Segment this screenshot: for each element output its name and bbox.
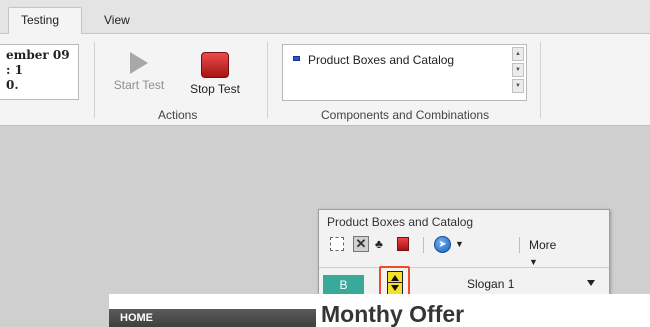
stop-icon	[201, 52, 229, 78]
more-label: More	[529, 238, 557, 252]
slogan-select[interactable]: Slogan 1	[467, 277, 514, 291]
scroll-up-button[interactable]: ▲	[512, 47, 524, 61]
ribbon-separator	[267, 42, 268, 118]
palette-title: Product Boxes and Catalog	[327, 215, 474, 229]
chevron-down-icon[interactable]: ▼	[455, 236, 464, 252]
tab-testing[interactable]: Testing1	[8, 7, 82, 46]
component-icon	[293, 56, 300, 62]
page-heading: Monthy Offer	[321, 301, 465, 327]
nav-home[interactable]: HOME	[109, 309, 316, 327]
component-palette: Product Boxes and Catalog ✕ ♣ ➤ ▼ More ▼…	[318, 209, 610, 300]
scroll-down-button[interactable]: ▼	[512, 63, 524, 77]
b-button[interactable]: B	[323, 275, 364, 296]
date-line-3: 0.	[6, 78, 19, 92]
chevron-down-icon[interactable]	[587, 280, 595, 286]
delete-icon[interactable]: ✕	[353, 236, 369, 252]
page-preview: HOME Monthy Offer	[109, 294, 650, 327]
bring-forward-icon	[387, 271, 403, 295]
stop-test-label: Stop Test	[190, 82, 240, 96]
ribbon: ember 09 : 1 0. Start Test Stop Test Act…	[0, 34, 650, 126]
date-line-2: : 1	[6, 63, 23, 77]
list-item[interactable]: Product Boxes and Catalog	[293, 53, 454, 67]
tab-view[interactable]: View	[92, 8, 142, 34]
expand-list-button[interactable]: ▼	[512, 79, 524, 93]
tab-view-label: View	[104, 13, 130, 27]
stop-test-button[interactable]: Stop Test	[180, 52, 250, 96]
play-icon	[130, 52, 148, 74]
chevron-down-icon: ▼	[529, 257, 538, 267]
date-line-1: ember 09	[6, 48, 70, 62]
tab-testing-label: Testing	[21, 13, 60, 27]
toolbar-separator	[423, 237, 424, 253]
start-test-button[interactable]: Start Test	[103, 52, 175, 92]
actions-group-label: Actions	[158, 108, 198, 122]
ribbon-separator	[94, 42, 95, 118]
component-label: Product Boxes and Catalog	[308, 53, 455, 67]
select-icon[interactable]	[330, 237, 344, 251]
more-button[interactable]: More ▼	[529, 237, 556, 270]
box-icon[interactable]	[397, 237, 409, 251]
ribbon-separator	[540, 42, 541, 118]
list-scrollbar[interactable]: ▲ ▼ ▼	[512, 47, 524, 98]
date-info-box: ember 09 : 1 0.	[0, 44, 79, 100]
group-icon[interactable]: ♣	[375, 236, 391, 252]
palette-divider	[319, 267, 609, 268]
navigate-icon[interactable]: ➤	[434, 236, 451, 253]
start-test-label: Start Test	[113, 78, 165, 92]
components-group-label: Components and Combinations	[321, 108, 490, 122]
components-list[interactable]: Product Boxes and Catalog ▲ ▼ ▼	[282, 44, 527, 101]
tab-strip: Testing1 View	[0, 0, 650, 46]
toolbar-separator	[519, 237, 520, 253]
